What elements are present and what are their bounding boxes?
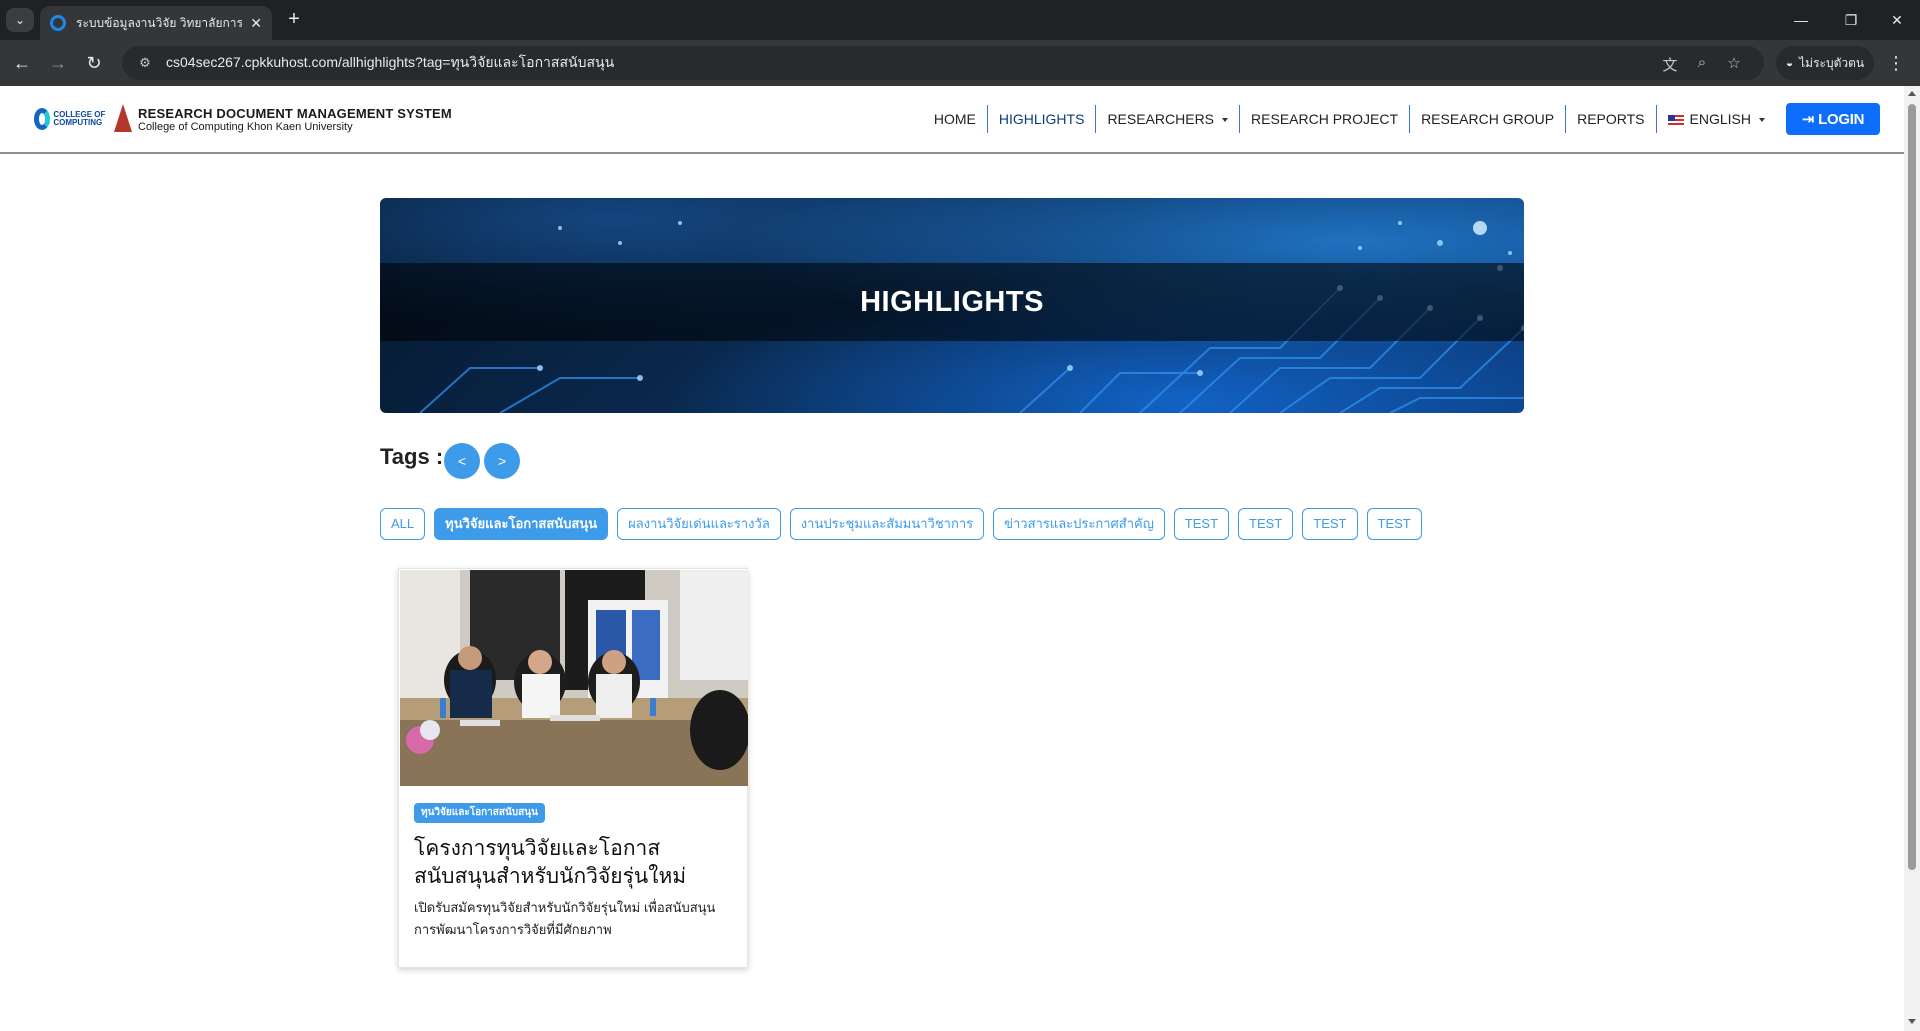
tag-chip-all[interactable]: ALL: [380, 508, 426, 540]
scroll-up-icon[interactable]: [1908, 91, 1916, 96]
main-nav: HOME HIGHLIGHTS RESEARCHERS RESEARCH PRO…: [923, 103, 1880, 135]
site-info-icon[interactable]: ⚙: [134, 55, 156, 71]
card-description: เปิดรับสมัครทุนวิจัยสำหรับนักวิจัยรุ่นให…: [414, 900, 716, 937]
nav-reports[interactable]: REPORTS: [1566, 105, 1657, 133]
back-icon[interactable]: ←: [10, 51, 34, 75]
nav-researchers-label: RESEARCHERS: [1107, 111, 1215, 127]
card-tag-badge[interactable]: ทุนวิจัยและโอกาสสนับสนุน: [414, 803, 545, 823]
restore-icon[interactable]: ❐: [1828, 8, 1874, 32]
card-title[interactable]: โครงการทุนวิจัยและโอกาสสนับสนุนสำหรับนัก…: [414, 835, 734, 891]
nav-researchers[interactable]: RESEARCHERS: [1096, 105, 1241, 133]
tag-chip-announcements[interactable]: ข่าวสารและประกาศสำคัญ: [993, 508, 1165, 540]
college-of-computing-logo[interactable]: COLLEGE OF COMPUTING: [34, 106, 108, 132]
tab-list-icon[interactable]: ⌄: [6, 8, 34, 32]
browser-toolbar: ← → ↻ ⚙ cs04sec267.cpkkuhost.com/allhigh…: [0, 40, 1920, 86]
site-header: COLLEGE OF COMPUTING RESEARCH DOCUMENT M…: [0, 86, 1904, 154]
nav-research-group[interactable]: RESEARCH GROUP: [1410, 105, 1567, 133]
incognito-icon: ◒: [1785, 56, 1794, 70]
url-text[interactable]: cs04sec267.cpkkuhost.com/allhighlights?t…: [166, 52, 614, 74]
tag-chip-test[interactable]: TEST: [1173, 508, 1230, 540]
plus-icon[interactable]: +: [282, 8, 306, 32]
favicon: [50, 15, 66, 31]
caret-down-icon: [1222, 118, 1229, 123]
scroll-down-icon[interactable]: [1908, 1019, 1916, 1024]
logo-mark: [34, 108, 51, 130]
brand-subtitle: College of Computing Khon Kaen Universit…: [138, 121, 353, 133]
logo-text: COLLEGE OF COMPUTING: [53, 110, 106, 127]
tag-chip-research-grants[interactable]: ทุนวิจัยและโอกาสสนับสนุน: [434, 508, 609, 540]
us-flag-icon: [1667, 114, 1684, 126]
scroll-thumb[interactable]: [1908, 104, 1916, 870]
caret-down-icon: [1759, 118, 1765, 123]
tab-title: ระบบข้อมูลงานวิจัย วิทยาลัยการคอม: [76, 15, 243, 30]
highlight-card[interactable]: ทุนวิจัยและโอกาสสนับสนุน โครงการทุนวิจัย…: [398, 568, 748, 968]
tags-next-button[interactable]: >: [484, 443, 520, 479]
brand-title: RESEARCH DOCUMENT MANAGEMENT SYSTEM: [138, 106, 452, 121]
kku-logo: [114, 104, 132, 132]
nav-home[interactable]: HOME: [923, 105, 988, 133]
tag-chip-test[interactable]: TEST: [1302, 508, 1358, 540]
translate-icon[interactable]: 文: [1660, 54, 1680, 75]
highlight-photo[interactable]: [400, 570, 748, 786]
star-icon[interactable]: ☆: [1724, 54, 1744, 72]
login-button[interactable]: ⇥ LOGIN: [1786, 103, 1880, 135]
language-dropdown[interactable]: ENGLISH: [1657, 105, 1776, 133]
profile-label: ไม่ระบุตัวตน: [1799, 55, 1865, 70]
close-window-icon[interactable]: ✕: [1874, 8, 1920, 32]
tag-chip-conferences[interactable]: งานประชุมและสัมมนาวิชาการ: [789, 508, 985, 540]
zoom-icon[interactable]: ⌕: [1692, 54, 1712, 71]
tag-filter-list: ALL ทุนวิจัยและโอกาสสนับสนุน ผลงานวิจัยเ…: [380, 508, 1422, 540]
forward-icon[interactable]: →: [46, 51, 70, 75]
page-scrollbar[interactable]: [1904, 86, 1920, 1031]
highlights-banner: HIGHLIGHTS: [380, 198, 1524, 413]
address-bar[interactable]: ⚙ cs04sec267.cpkkuhost.com/allhighlights…: [122, 46, 1764, 80]
meeting-photo-illustration: [400, 570, 748, 786]
minimize-icon[interactable]: —: [1778, 8, 1824, 32]
tags-label: Tags :: [380, 444, 444, 469]
tags-prev-button[interactable]: <: [444, 443, 480, 479]
tag-chip-awards[interactable]: ผลงานวิจัยเด่นและรางวัล: [617, 508, 781, 540]
nav-research-project[interactable]: RESEARCH PROJECT: [1240, 105, 1411, 133]
login-icon: ⇥: [1801, 111, 1815, 128]
language-label: ENGLISH: [1689, 111, 1751, 127]
nav-highlights[interactable]: HIGHLIGHTS: [988, 105, 1097, 133]
browser-tab-bar: ⌄ ระบบข้อมูลงานวิจัย วิทยาลัยการคอม ✕ + …: [0, 0, 1920, 40]
incognito-profile-button[interactable]: ◒ ไม่ระบุตัวตน: [1776, 46, 1874, 80]
menu-icon[interactable]: ⋮: [1886, 51, 1906, 75]
close-icon[interactable]: ✕: [250, 15, 262, 32]
reload-icon[interactable]: ↻: [82, 51, 106, 75]
tag-chip-test[interactable]: TEST: [1238, 508, 1294, 540]
page-title: HIGHLIGHTS: [860, 286, 1044, 318]
login-label: LOGIN: [1818, 110, 1865, 128]
browser-tab[interactable]: ระบบข้อมูลงานวิจัย วิทยาลัยการคอม ✕: [40, 6, 272, 40]
tag-chip-test[interactable]: TEST: [1366, 508, 1422, 540]
